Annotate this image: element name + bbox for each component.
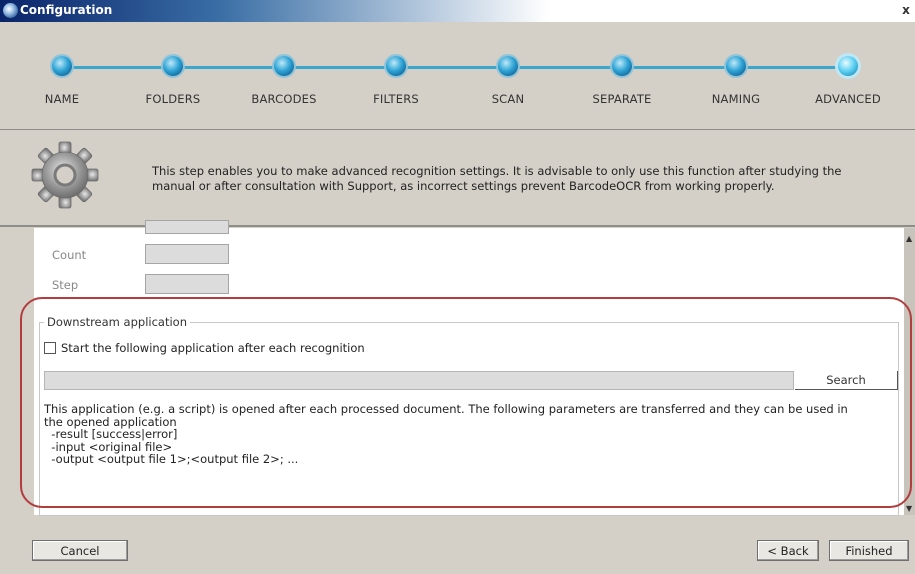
step-field-label: Step xyxy=(52,278,79,292)
title-bar: Configuration x xyxy=(0,0,915,22)
step-dot-icon xyxy=(386,56,406,76)
step-dot-icon xyxy=(726,56,746,76)
count-input[interactable] xyxy=(145,244,229,264)
step-description: This step enables you to make advanced r… xyxy=(152,164,892,194)
start-application-checkbox[interactable] xyxy=(44,342,56,354)
close-icon[interactable]: x xyxy=(899,2,913,18)
step-description-line: manual or after consultation with Suppor… xyxy=(152,179,775,193)
step-label: SCAN xyxy=(491,92,525,106)
scroll-down-icon[interactable]: ▼ xyxy=(906,504,912,513)
step-dot-active-icon xyxy=(838,56,858,76)
step-label: SEPARATE xyxy=(592,92,652,106)
count-row: Count xyxy=(34,244,294,266)
settings-panel: Count Step Downstream application Start … xyxy=(34,220,904,516)
step-info-panel: This step enables you to make advanced r… xyxy=(0,130,915,227)
wizard-steps: NAME FOLDERS BARCODES FILTERS SCAN SEPAR… xyxy=(0,22,915,130)
step-dot-icon xyxy=(612,56,632,76)
step-label: FILTERS xyxy=(373,92,419,106)
application-path-input[interactable] xyxy=(44,371,794,390)
step-dot-icon xyxy=(274,56,294,76)
app-icon xyxy=(3,3,18,18)
step-label: FOLDERS xyxy=(145,92,201,106)
step-dot-icon xyxy=(52,56,72,76)
downstream-description: This application (e.g. a script) is open… xyxy=(44,403,894,466)
step-label: NAME xyxy=(44,92,80,106)
group-title: Downstream application xyxy=(44,315,190,329)
back-button[interactable]: < Back xyxy=(757,540,819,561)
count-label: Count xyxy=(52,248,87,262)
downstream-application-group: Downstream application Start the followi… xyxy=(39,315,899,516)
step-dot-icon xyxy=(498,56,518,76)
start-application-label[interactable]: Start the following application after ea… xyxy=(61,341,365,355)
description-line: -output <output file 1>;<output file 2>;… xyxy=(44,452,299,466)
finished-button[interactable]: Finished xyxy=(829,540,909,561)
cancel-button[interactable]: Cancel xyxy=(32,540,128,561)
step-label: NAMING xyxy=(711,92,761,106)
step-label: ADVANCED xyxy=(815,92,881,106)
description-line: This application (e.g. a script) is open… xyxy=(44,402,848,416)
step-label: BARCODES xyxy=(251,92,317,106)
step-input[interactable] xyxy=(145,274,229,294)
partial-input-box[interactable] xyxy=(145,220,229,234)
step-description-line: This step enables you to make advanced r… xyxy=(152,164,842,178)
scroll-up-icon[interactable]: ▲ xyxy=(906,234,912,243)
gear-icon xyxy=(31,141,99,209)
description-line: -result [success|error] xyxy=(44,427,178,441)
vertical-scrollbar[interactable]: ▲ ▼ xyxy=(904,228,915,515)
search-button[interactable]: Search xyxy=(795,371,898,390)
step-dot-icon xyxy=(163,56,183,76)
window-title: Configuration xyxy=(20,3,113,17)
step-row: Step xyxy=(34,274,294,296)
